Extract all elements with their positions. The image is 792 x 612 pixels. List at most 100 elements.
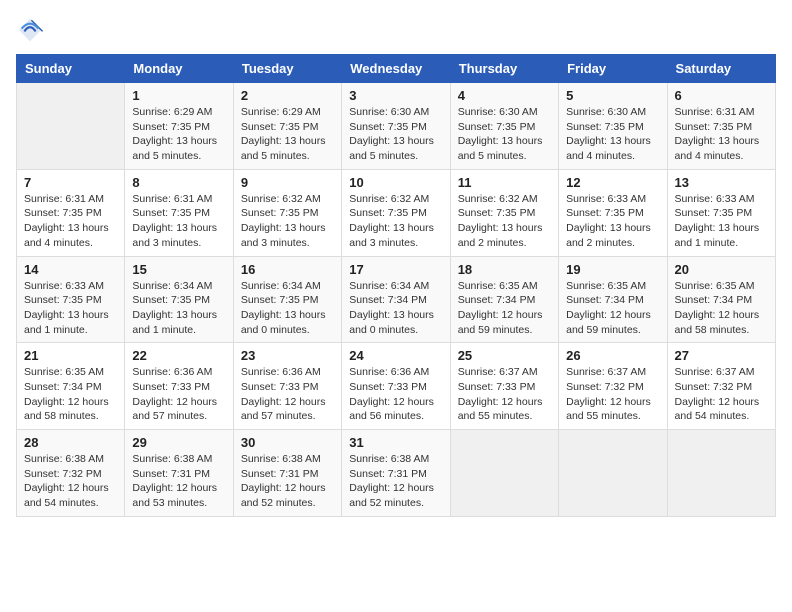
calendar-cell: 11Sunrise: 6:32 AM Sunset: 7:35 PM Dayli… [450, 169, 558, 256]
calendar-cell: 26 Sunrise: 6:37 AM Sunset: 7:32 PM Dayli… [559, 343, 667, 430]
calendar-cell: 1 Sunrise: 6:29 AM Sunset: 7:35 PM Daylig… [125, 83, 233, 170]
day-info: Sunrise: 6:33 AM Sunset: 7:35 PM Dayligh… [566, 192, 659, 251]
weekday-header-sunday: Sunday [17, 55, 125, 83]
day-info: Sunrise: 6:36 AM Sunset: 7:33 PM Dayligh… [132, 365, 225, 424]
day-info: Sunrise: 6:30 AM Sunset: 7:35 PM Dayligh… [458, 105, 551, 164]
calendar-cell: 22 Sunrise: 6:36 AM Sunset: 7:33 PM Dayli… [125, 343, 233, 430]
day-number: 3 [349, 88, 442, 103]
logo-icon [16, 16, 44, 44]
calendar-cell: 21 Sunrise: 6:35 AM Sunset: 7:34 PM Dayli… [17, 343, 125, 430]
day-number: 21 [24, 348, 117, 363]
weekday-header-friday: Friday [559, 55, 667, 83]
day-info: Sunrise: 6:31 AM Sunset: 7:35 PM Dayligh… [24, 192, 117, 251]
weekday-header-wednesday: Wednesday [342, 55, 450, 83]
calendar-cell: 24 Sunrise: 6:36 AM Sunset: 7:33 PM Dayli… [342, 343, 450, 430]
calendar-cell: 19 Sunrise: 6:35 AM Sunset: 7:34 PM Dayli… [559, 256, 667, 343]
day-info: Sunrise: 6:36 AM Sunset: 7:33 PM Dayligh… [349, 365, 442, 424]
calendar-cell: 3 Sunrise: 6:30 AM Sunset: 7:35 PM Daylig… [342, 83, 450, 170]
day-number: 10 [349, 175, 442, 190]
calendar-table: SundayMondayTuesdayWednesdayThursdayFrid… [16, 54, 776, 517]
day-info: Sunrise: 6:34 AM Sunset: 7:35 PM Dayligh… [241, 279, 334, 338]
logo [16, 16, 48, 44]
day-info: Sunrise: 6:37 AM Sunset: 7:33 PM Dayligh… [458, 365, 551, 424]
day-info: Sunrise: 6:38 AM Sunset: 7:31 PM Dayligh… [349, 452, 442, 511]
day-number: 26 [566, 348, 659, 363]
calendar-header-row: SundayMondayTuesdayWednesdayThursdayFrid… [17, 55, 776, 83]
calendar-cell: 8 Sunrise: 6:31 AM Sunset: 7:35 PM Daylig… [125, 169, 233, 256]
day-info: Sunrise: 6:29 AM Sunset: 7:35 PM Dayligh… [241, 105, 334, 164]
day-info: Sunrise: 6:35 AM Sunset: 7:34 PM Dayligh… [566, 279, 659, 338]
day-info: Sunrise: 6:30 AM Sunset: 7:35 PM Dayligh… [349, 105, 442, 164]
day-number: 22 [132, 348, 225, 363]
day-info: Sunrise: 6:35 AM Sunset: 7:34 PM Dayligh… [458, 279, 551, 338]
calendar-cell: 13 Sunrise: 6:33 AM Sunset: 7:35 PM Dayli… [667, 169, 775, 256]
day-number: 20 [675, 262, 768, 277]
day-number: 16 [241, 262, 334, 277]
calendar-cell: 23Sunrise: 6:36 AM Sunset: 7:33 PM Dayli… [233, 343, 341, 430]
day-info: Sunrise: 6:38 AM Sunset: 7:32 PM Dayligh… [24, 452, 117, 511]
day-info: Sunrise: 6:37 AM Sunset: 7:32 PM Dayligh… [566, 365, 659, 424]
day-info: Sunrise: 6:29 AM Sunset: 7:35 PM Dayligh… [132, 105, 225, 164]
calendar-cell: 4Sunrise: 6:30 AM Sunset: 7:35 PM Daylig… [450, 83, 558, 170]
day-number: 30 [241, 435, 334, 450]
calendar-cell: 2 Sunrise: 6:29 AM Sunset: 7:35 PM Daylig… [233, 83, 341, 170]
calendar-cell [17, 83, 125, 170]
calendar-cell: 29 Sunrise: 6:38 AM Sunset: 7:31 PM Dayli… [125, 430, 233, 517]
calendar-cell [450, 430, 558, 517]
calendar-cell: 30 Sunrise: 6:38 AM Sunset: 7:31 PM Dayli… [233, 430, 341, 517]
calendar-week-3: 14Sunrise: 6:33 AM Sunset: 7:35 PM Dayli… [17, 256, 776, 343]
calendar-cell [559, 430, 667, 517]
day-info: Sunrise: 6:35 AM Sunset: 7:34 PM Dayligh… [675, 279, 768, 338]
day-number: 23 [241, 348, 334, 363]
calendar-week-4: 21 Sunrise: 6:35 AM Sunset: 7:34 PM Dayli… [17, 343, 776, 430]
calendar-cell: 20 Sunrise: 6:35 AM Sunset: 7:34 PM Dayli… [667, 256, 775, 343]
day-number: 31 [349, 435, 442, 450]
page-header [16, 16, 776, 44]
weekday-header-tuesday: Tuesday [233, 55, 341, 83]
calendar-cell [667, 430, 775, 517]
day-info: Sunrise: 6:32 AM Sunset: 7:35 PM Dayligh… [349, 192, 442, 251]
day-number: 29 [132, 435, 225, 450]
day-number: 1 [132, 88, 225, 103]
day-number: 17 [349, 262, 442, 277]
day-info: Sunrise: 6:31 AM Sunset: 7:35 PM Dayligh… [675, 105, 768, 164]
calendar-cell: 6 Sunrise: 6:31 AM Sunset: 7:35 PM Daylig… [667, 83, 775, 170]
day-number: 6 [675, 88, 768, 103]
day-number: 19 [566, 262, 659, 277]
calendar-cell: 9 Sunrise: 6:32 AM Sunset: 7:35 PM Daylig… [233, 169, 341, 256]
day-info: Sunrise: 6:31 AM Sunset: 7:35 PM Dayligh… [132, 192, 225, 251]
calendar-cell: 12 Sunrise: 6:33 AM Sunset: 7:35 PM Dayli… [559, 169, 667, 256]
day-info: Sunrise: 6:38 AM Sunset: 7:31 PM Dayligh… [132, 452, 225, 511]
day-number: 18 [458, 262, 551, 277]
day-info: Sunrise: 6:33 AM Sunset: 7:35 PM Dayligh… [675, 192, 768, 251]
day-number: 7 [24, 175, 117, 190]
day-number: 9 [241, 175, 334, 190]
calendar-cell: 10 Sunrise: 6:32 AM Sunset: 7:35 PM Dayli… [342, 169, 450, 256]
day-number: 25 [458, 348, 551, 363]
calendar-cell: 16 Sunrise: 6:34 AM Sunset: 7:35 PM Dayli… [233, 256, 341, 343]
weekday-header-thursday: Thursday [450, 55, 558, 83]
day-number: 14 [24, 262, 117, 277]
calendar-week-5: 28Sunrise: 6:38 AM Sunset: 7:32 PM Dayli… [17, 430, 776, 517]
day-number: 24 [349, 348, 442, 363]
calendar-cell: 25 Sunrise: 6:37 AM Sunset: 7:33 PM Dayli… [450, 343, 558, 430]
calendar-cell: 18 Sunrise: 6:35 AM Sunset: 7:34 PM Dayli… [450, 256, 558, 343]
day-info: Sunrise: 6:38 AM Sunset: 7:31 PM Dayligh… [241, 452, 334, 511]
weekday-header-saturday: Saturday [667, 55, 775, 83]
calendar-week-1: 1 Sunrise: 6:29 AM Sunset: 7:35 PM Daylig… [17, 83, 776, 170]
day-info: Sunrise: 6:34 AM Sunset: 7:34 PM Dayligh… [349, 279, 442, 338]
calendar-week-2: 7 Sunrise: 6:31 AM Sunset: 7:35 PM Daylig… [17, 169, 776, 256]
calendar-cell: 31 Sunrise: 6:38 AM Sunset: 7:31 PM Dayli… [342, 430, 450, 517]
day-info: Sunrise: 6:35 AM Sunset: 7:34 PM Dayligh… [24, 365, 117, 424]
day-number: 27 [675, 348, 768, 363]
day-number: 2 [241, 88, 334, 103]
weekday-header-monday: Monday [125, 55, 233, 83]
day-number: 13 [675, 175, 768, 190]
calendar-cell: 15Sunrise: 6:34 AM Sunset: 7:35 PM Dayli… [125, 256, 233, 343]
day-number: 8 [132, 175, 225, 190]
day-number: 11 [458, 175, 551, 190]
calendar-cell: 28Sunrise: 6:38 AM Sunset: 7:32 PM Dayli… [17, 430, 125, 517]
day-number: 5 [566, 88, 659, 103]
day-number: 12 [566, 175, 659, 190]
day-info: Sunrise: 6:32 AM Sunset: 7:35 PM Dayligh… [241, 192, 334, 251]
